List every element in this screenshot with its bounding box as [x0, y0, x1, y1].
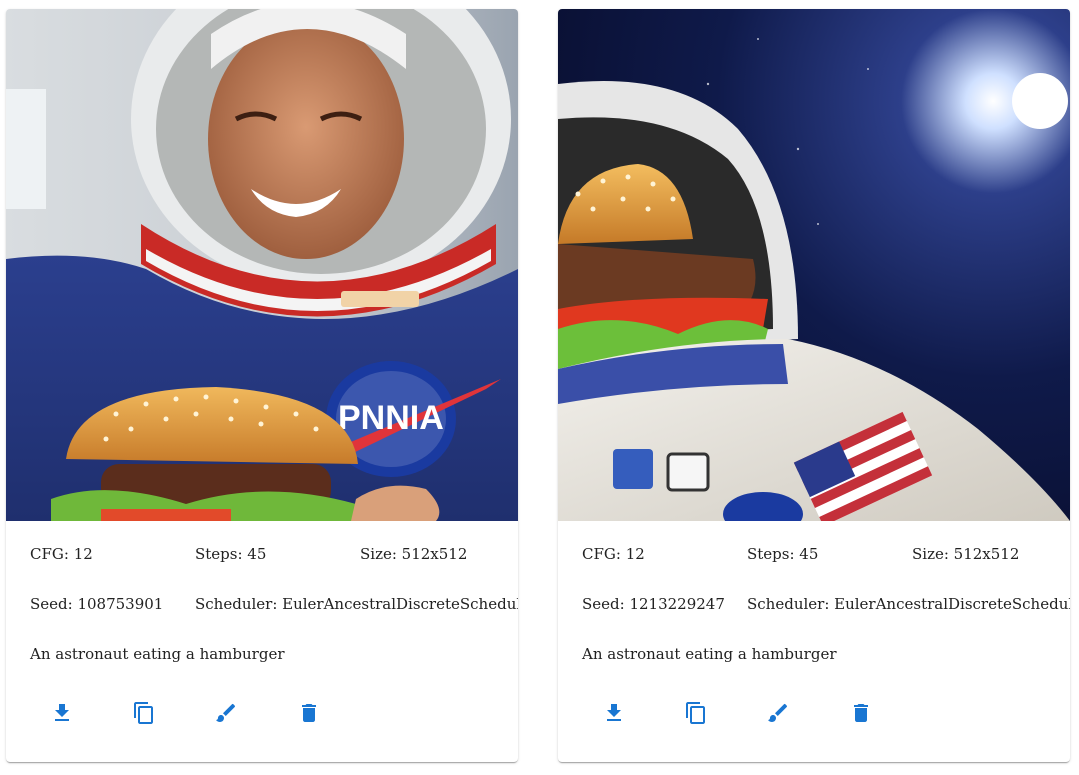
- edit-button[interactable]: [206, 693, 246, 733]
- copy-button[interactable]: [676, 693, 716, 733]
- download-icon: [55, 704, 69, 721]
- seed-label: Seed: 1213229247: [582, 595, 725, 613]
- edit-button[interactable]: [758, 693, 798, 733]
- copy-icon: [134, 702, 153, 724]
- prompt-text: An astronaut eating a hamburger: [30, 645, 285, 663]
- astronaut-portrait-image: PNNIA: [6, 9, 518, 521]
- trash-icon: [854, 704, 868, 722]
- seed-label: Seed: 108753901: [30, 595, 164, 613]
- size-label: Size: 512x512: [360, 545, 468, 563]
- scheduler-label: Scheduler: EulerAncestralDiscreteSchedul…: [747, 595, 1070, 613]
- copy-button[interactable]: [124, 693, 164, 733]
- image-gallery-grid: PNNIA CFG: 12 Steps: 45 Size: 512x512 Se…: [0, 0, 1079, 775]
- generated-image[interactable]: PNNIA: [6, 9, 518, 521]
- copy-icon: [686, 702, 705, 724]
- download-button[interactable]: [594, 693, 634, 733]
- trash-icon: [302, 704, 316, 722]
- cfg-label: CFG: 12: [30, 545, 93, 563]
- card-actions: [6, 689, 518, 737]
- size-label: Size: 512x512: [912, 545, 1020, 563]
- image-card: PNNIA CFG: 12 Steps: 45 Size: 512x512 Se…: [6, 9, 518, 762]
- image-card: CFG: 12 Steps: 45 Size: 512x512 Seed: 12…: [558, 9, 1070, 762]
- prompt-text: An astronaut eating a hamburger: [582, 645, 837, 663]
- cfg-label: CFG: 12: [582, 545, 645, 563]
- download-button[interactable]: [42, 693, 82, 733]
- astronaut-burger-helmet-image: [558, 9, 1070, 521]
- steps-label: Steps: 45: [747, 545, 819, 563]
- generated-image[interactable]: [558, 9, 1070, 521]
- steps-label: Steps: 45: [195, 545, 267, 563]
- delete-button[interactable]: [841, 693, 881, 733]
- brush-icon: [216, 703, 236, 722]
- card-actions: [558, 689, 1070, 737]
- download-icon: [607, 704, 621, 721]
- scheduler-label: Scheduler: EulerAncestralDiscreteSchedul…: [195, 595, 518, 613]
- brush-icon: [768, 703, 788, 722]
- nasa-patch-text: PNNIA: [338, 399, 444, 437]
- delete-button[interactable]: [289, 693, 329, 733]
